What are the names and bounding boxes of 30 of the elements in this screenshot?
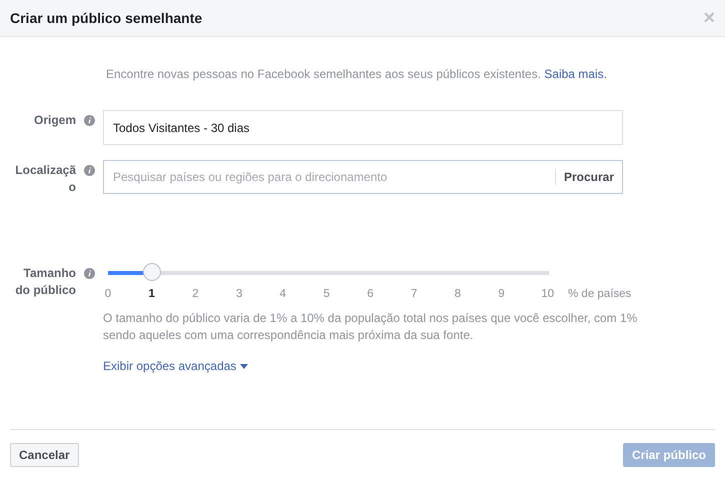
- info-icon[interactable]: [84, 165, 95, 176]
- slider-thumb[interactable]: [143, 263, 162, 281]
- tick-label: 3: [235, 288, 244, 300]
- tick-label: 8: [454, 288, 462, 300]
- field-label: Localização: [14, 162, 76, 196]
- tick-label: 2: [191, 288, 200, 300]
- location-search-field[interactable]: Pesquisar países ou regiões para o direcionamento Procurar: [103, 160, 623, 194]
- learn-more-link[interactable]: Saiba mais.: [544, 67, 607, 81]
- info-icon[interactable]: [84, 268, 95, 279]
- tick-label: 1: [148, 288, 156, 300]
- search-button[interactable]: Procurar: [564, 170, 614, 184]
- tick-label: 9: [497, 288, 506, 300]
- tick-label: 0: [104, 288, 112, 300]
- unit-label: % de países: [568, 288, 632, 300]
- tick-label: 6: [366, 288, 374, 300]
- field-label: Tamanho do público: [14, 265, 76, 299]
- info-icon[interactable]: [84, 115, 95, 126]
- tick-label: 10: [541, 288, 554, 300]
- cancel-button[interactable]: Cancelar: [10, 442, 79, 466]
- advanced-options-link[interactable]: Exibir opções avançadas: [103, 359, 248, 373]
- intro-text: Encontre novas pessoas no Facebook semelhantes aos seus públicos existentes. Saiba mais.: [106, 66, 608, 83]
- field-label: Origem: [32, 112, 76, 129]
- dialog-title: Criar um público semelhante: [10, 10, 202, 26]
- caret-icon: [240, 364, 248, 368]
- source-field[interactable]: Todos Visitantes - 30 dias: [103, 110, 623, 145]
- audience-size-slider[interactable]: [108, 263, 549, 283]
- tick-label: 5: [322, 288, 331, 300]
- help-text: O tamanho do público varia de 1% a 10% da população total nos países que você escolher, com 1% sendo aqueles com uma correspondência mais próxima da sua fonte.: [103, 310, 638, 344]
- tick-label: 7: [410, 288, 418, 300]
- tick-label: 4: [278, 288, 287, 300]
